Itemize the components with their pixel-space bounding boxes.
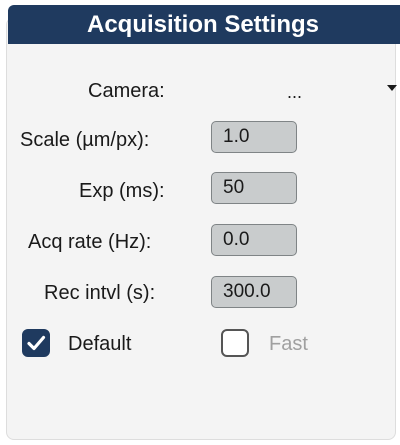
camera-label: Camera:: [88, 80, 165, 102]
exposure-label: Exp (ms):: [79, 180, 165, 202]
scale-input[interactable]: 1.0: [211, 121, 297, 153]
default-checkbox[interactable]: [22, 329, 50, 357]
acq-rate-label: Acq rate (Hz):: [28, 231, 152, 253]
camera-selected-value: ...: [287, 82, 303, 102]
acq-rate-input[interactable]: 0.0: [211, 224, 297, 256]
chevron-down-icon[interactable]: [387, 85, 397, 91]
fast-checkbox[interactable]: [221, 329, 249, 357]
rec-interval-input[interactable]: 300.0: [211, 276, 297, 308]
default-label: Default: [68, 333, 132, 355]
panel-header: Acquisition Settings: [8, 5, 400, 44]
rec-interval-label: Rec intvl (s):: [44, 282, 156, 304]
panel-title: Acquisition Settings: [86, 11, 319, 38]
checkmark-icon: [27, 335, 46, 351]
scale-label: Scale (µm/px):: [20, 129, 150, 151]
camera-select[interactable]: [210, 74, 400, 108]
fast-label: Fast: [269, 333, 308, 355]
exposure-input[interactable]: 50: [211, 172, 297, 204]
